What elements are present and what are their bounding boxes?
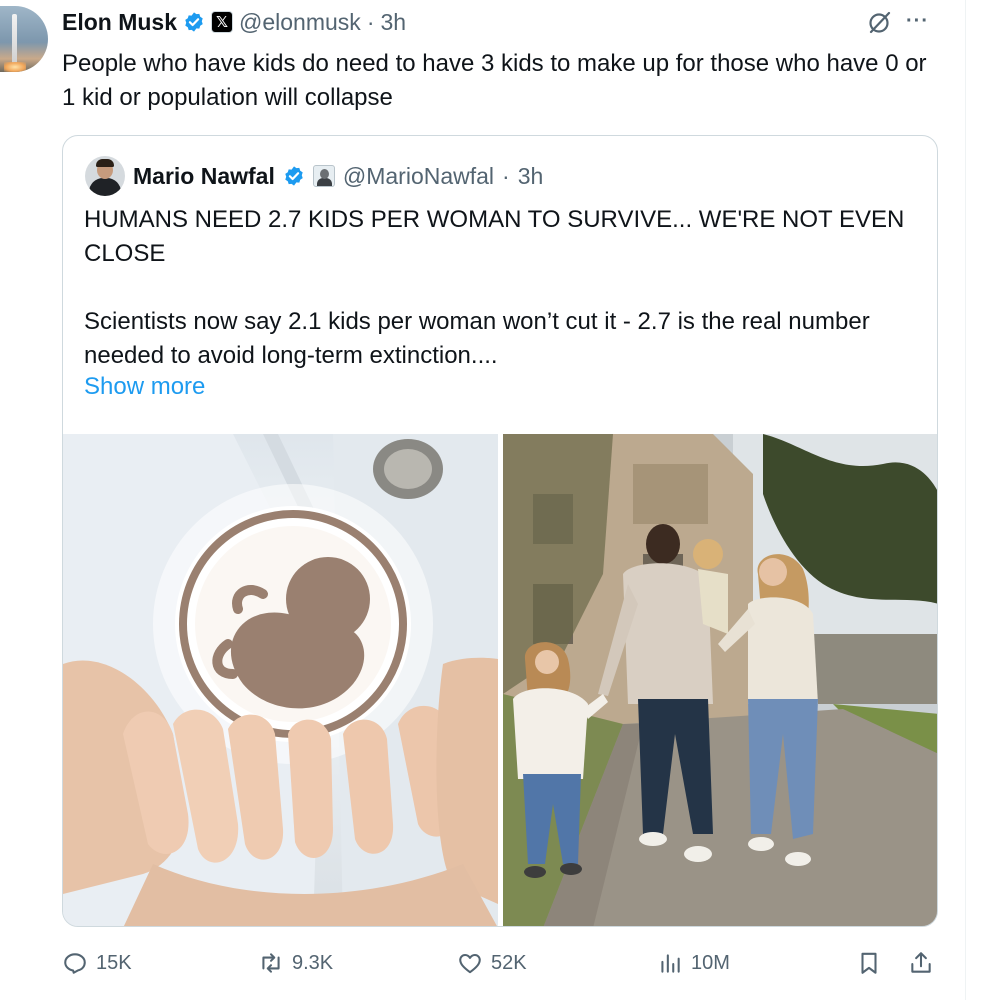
avatar-rocket-graphic bbox=[12, 14, 17, 66]
quoted-tweet-header: Mario Nawfal @MarioNawfal · 3h bbox=[133, 160, 543, 192]
more-options-icon[interactable]: ··· bbox=[906, 11, 929, 31]
x-logo-icon: 𝕏 bbox=[211, 11, 234, 33]
quoted-tweet[interactable]: Mario Nawfal @MarioNawfal · 3h HUMANS NE… bbox=[62, 135, 938, 927]
repost-icon bbox=[262, 953, 280, 973]
quoted-author-name[interactable]: Mario Nawfal bbox=[133, 163, 275, 190]
verified-badge-icon bbox=[285, 166, 303, 186]
share-icon bbox=[911, 952, 931, 973]
grok-icon[interactable] bbox=[866, 8, 894, 36]
repost-button[interactable]: 9.3K bbox=[258, 950, 333, 976]
tweet-header: Elon Musk 𝕏 @elonmusk · 3h bbox=[62, 6, 406, 38]
repost-count: 9.3K bbox=[292, 951, 334, 974]
tweet-action-bar: 15K 9.3K 52K 10M bbox=[62, 950, 942, 984]
quoted-header-separator: · bbox=[502, 162, 510, 189]
verified-badge-icon bbox=[185, 12, 203, 32]
affiliate-badge-icon bbox=[312, 165, 335, 187]
bookmark-button[interactable] bbox=[856, 950, 882, 976]
quoted-tweet-timestamp[interactable]: 3h bbox=[518, 163, 544, 190]
reply-count: 15K bbox=[96, 951, 132, 974]
quoted-headline: HUMANS NEED 2.7 KIDS PER WOMAN TO SURVIV… bbox=[84, 206, 905, 267]
tweet-timestamp[interactable]: 3h bbox=[380, 9, 406, 36]
show-more-link[interactable]: Show more bbox=[84, 373, 205, 401]
reply-icon bbox=[64, 953, 86, 974]
author-avatar[interactable] bbox=[0, 6, 48, 72]
heart-icon bbox=[459, 953, 481, 974]
avatar-suit-graphic bbox=[89, 178, 121, 196]
quoted-media-grid bbox=[63, 434, 937, 926]
views-count: 10M bbox=[691, 951, 730, 974]
fetus-illustration bbox=[63, 434, 498, 926]
family-photo-illustration bbox=[503, 434, 937, 926]
bookmark-icon bbox=[861, 952, 877, 974]
author-handle[interactable]: @elonmusk bbox=[239, 9, 361, 36]
tweet-text: People who have kids do need to have 3 k… bbox=[62, 50, 927, 111]
timeline-border bbox=[965, 0, 966, 1000]
like-button[interactable]: 52K bbox=[457, 950, 527, 976]
share-button[interactable] bbox=[908, 950, 934, 976]
quoted-author-handle[interactable]: @MarioNawfal bbox=[343, 163, 494, 190]
views-chart-icon bbox=[661, 954, 680, 973]
family-walking-image[interactable] bbox=[503, 434, 937, 926]
views-button[interactable]: 10M bbox=[657, 950, 730, 976]
reply-button[interactable]: 15K bbox=[62, 950, 132, 976]
quoted-body: Scientists now say 2.1 kids per woman wo… bbox=[84, 308, 870, 369]
quoted-author-avatar[interactable] bbox=[85, 156, 125, 196]
like-count: 52K bbox=[491, 951, 527, 974]
header-separator: · bbox=[366, 8, 375, 35]
author-name[interactable]: Elon Musk bbox=[62, 9, 177, 36]
avatar-hair-graphic bbox=[96, 159, 114, 167]
fetus-in-hands-image[interactable] bbox=[63, 434, 498, 926]
avatar-flame-graphic bbox=[4, 62, 26, 72]
quoted-tweet-text: HUMANS NEED 2.7 KIDS PER WOMAN TO SURVIV… bbox=[84, 203, 924, 373]
